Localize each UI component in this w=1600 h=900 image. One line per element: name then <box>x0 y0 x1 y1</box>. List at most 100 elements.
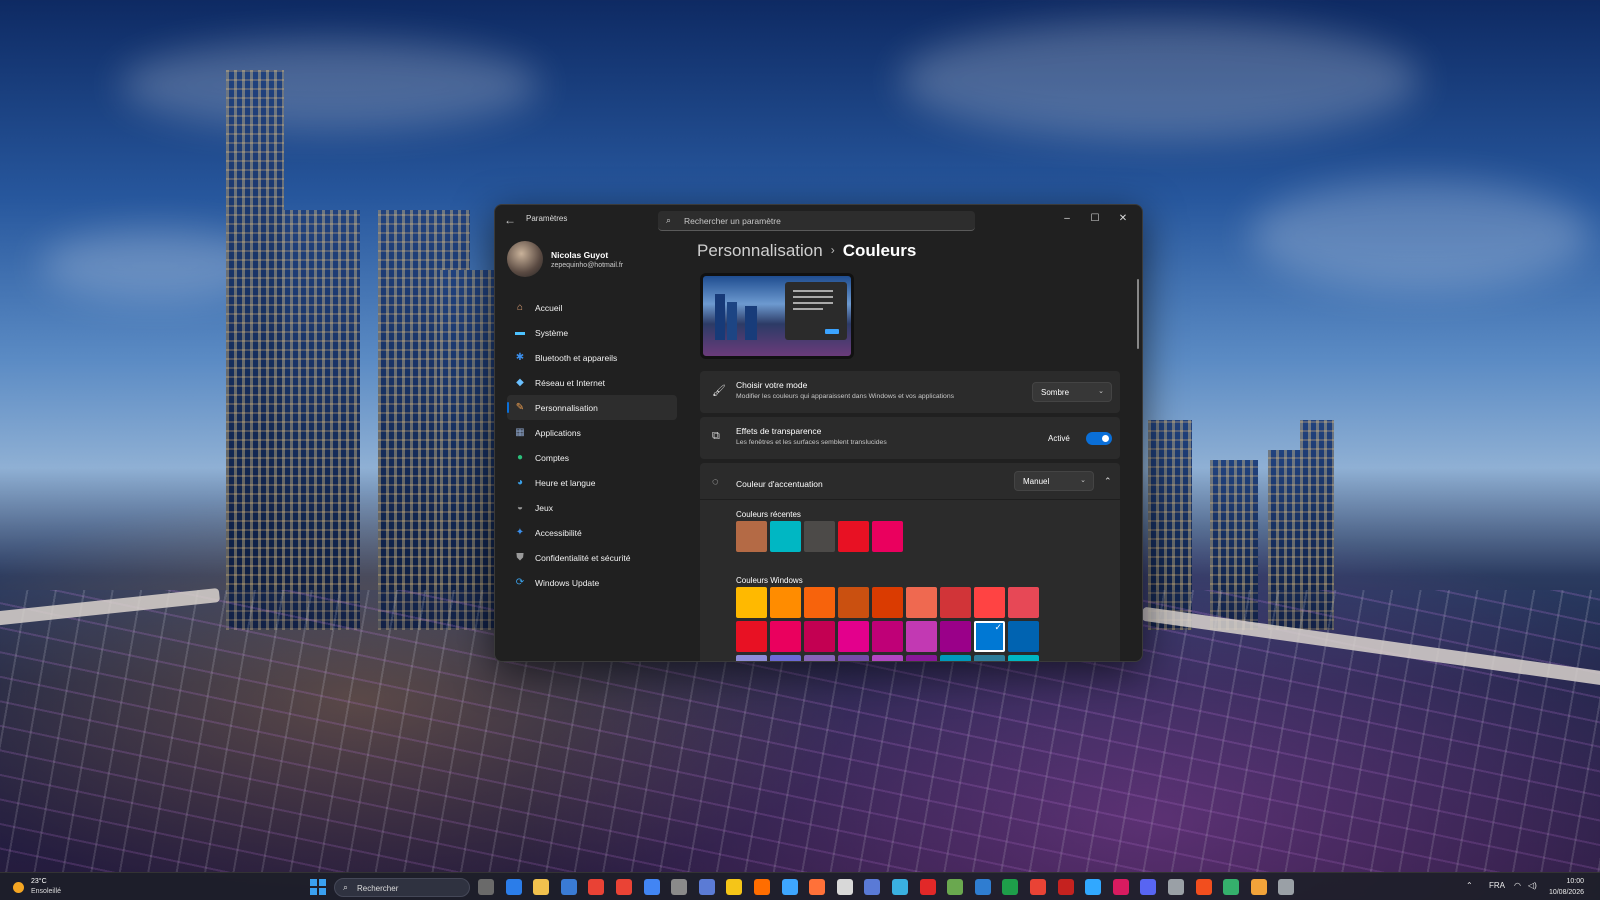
tray-chevron-icon[interactable]: ⌃ <box>1466 881 1473 890</box>
taskbar-app-icon[interactable] <box>1030 879 1046 895</box>
taskbar-app-icon[interactable] <box>726 879 743 895</box>
taskbar-app-icon[interactable] <box>947 879 964 895</box>
close-button[interactable]: ✕ <box>1111 209 1135 229</box>
maximize-button[interactable]: ☐ <box>1083 209 1107 229</box>
windows-color-swatch[interactable] <box>1008 621 1039 652</box>
taskbar-app-icon[interactable] <box>974 879 991 895</box>
windows-color-swatch[interactable] <box>940 655 971 661</box>
chevron-up-icon[interactable]: ⌃ <box>1104 476 1112 487</box>
windows-color-swatch[interactable] <box>872 621 903 652</box>
user-email: zepequinho@hotmail.fr <box>551 262 624 269</box>
taskbar-app-icon[interactable] <box>698 879 715 895</box>
taskbar-search[interactable]: ⌕ Rechercher <box>334 878 470 897</box>
taskbar-app-icon[interactable] <box>809 879 826 895</box>
windows-color-swatch[interactable] <box>838 587 869 618</box>
taskbar-app-icon[interactable] <box>1112 879 1129 895</box>
breadcrumb-parent[interactable]: Personnalisation <box>697 241 823 260</box>
sidebar-item-syst-me[interactable]: ▬ Système <box>507 320 677 345</box>
windows-color-swatch[interactable] <box>906 587 937 618</box>
windows-color-swatch[interactable] <box>804 621 835 652</box>
accent-mode-dropdown[interactable]: Manuel ⌄ <box>1014 471 1094 491</box>
sidebar-item-bluetooth-et-appareils[interactable]: ✱ Bluetooth et appareils <box>507 345 677 370</box>
wifi-icon[interactable]: ◠ <box>1514 881 1521 890</box>
taskbar-app-icon[interactable] <box>616 879 632 895</box>
windows-color-swatch[interactable] <box>974 655 1005 661</box>
windows-color-swatch[interactable] <box>736 621 767 652</box>
taskbar-app-icon[interactable] <box>1140 879 1157 895</box>
taskbar-app-icon[interactable] <box>643 879 660 895</box>
transparency-title: Effets de transparence <box>736 426 822 436</box>
mode-dropdown[interactable]: Sombre ⌄ <box>1032 382 1112 402</box>
taskbar-app-icon[interactable] <box>892 879 908 895</box>
settings-search-input[interactable]: ⌕ Rechercher un paramètre <box>658 211 975 231</box>
taskbar-app-icon[interactable] <box>864 879 881 895</box>
windows-color-swatch[interactable] <box>940 621 971 652</box>
windows-color-swatch[interactable] <box>770 587 801 618</box>
sidebar-item-jeux[interactable]: ◒ Jeux <box>507 495 677 520</box>
windows-color-swatch[interactable] <box>906 621 937 652</box>
volume-icon[interactable]: ◁) <box>1528 881 1537 890</box>
sidebar-item-comptes[interactable]: ● Comptes <box>507 445 677 470</box>
taskbar-app-icon[interactable] <box>1002 879 1019 895</box>
scrollbar[interactable] <box>1137 279 1139 349</box>
transparency-toggle[interactable] <box>1086 432 1112 445</box>
monitor-icon: ▬ <box>515 326 525 338</box>
brush-icon: 🖌 <box>712 385 726 397</box>
sidebar-item-applications[interactable]: ▦ Applications <box>507 420 677 445</box>
sidebar-item-r-seau-et-internet[interactable]: ◆ Réseau et Internet <box>507 370 677 395</box>
windows-color-swatch[interactable] <box>736 655 767 661</box>
recent-color-swatch[interactable] <box>872 521 903 552</box>
sidebar-item-heure-et-langue[interactable]: ◕ Heure et langue <box>507 470 677 495</box>
recent-color-swatch[interactable] <box>804 521 835 552</box>
windows-color-swatch[interactable] <box>804 655 835 661</box>
windows-color-swatch[interactable] <box>736 587 767 618</box>
recent-color-swatch[interactable] <box>838 521 869 552</box>
back-arrow-icon[interactable]: ← <box>501 211 519 229</box>
sidebar-item-personnalisation[interactable]: ✎ Personnalisation <box>507 395 677 420</box>
windows-color-swatch[interactable] <box>974 587 1005 618</box>
windows-color-swatch[interactable] <box>906 655 937 661</box>
transparency-state: Activé <box>1048 434 1070 443</box>
taskbar-app-icon[interactable] <box>560 879 577 895</box>
windows-color-swatch[interactable]: ✓ <box>974 621 1005 652</box>
taskbar-app-icon[interactable] <box>754 879 770 895</box>
taskbar-app-icon[interactable] <box>671 879 688 895</box>
minimize-button[interactable]: – <box>1055 209 1079 229</box>
windows-color-swatch[interactable] <box>804 587 835 618</box>
language-indicator[interactable]: FRA <box>1489 881 1505 890</box>
sidebar-item-accessibilit-[interactable]: ✦ Accessibilité <box>507 520 677 545</box>
windows-color-swatch[interactable] <box>872 655 903 661</box>
taskbar-app-icon[interactable] <box>919 879 936 895</box>
taskbar-app-icon[interactable] <box>781 879 798 895</box>
taskbar-app-icon[interactable] <box>1085 879 1102 895</box>
taskbar-app-icon[interactable] <box>1057 879 1074 895</box>
sidebar-item-windows-update[interactable]: ⟳ Windows Update <box>507 570 677 595</box>
person-icon: ● <box>516 451 524 463</box>
taskbar-app-icon[interactable] <box>1195 879 1212 895</box>
taskbar-app-icon[interactable] <box>478 879 494 895</box>
taskbar-app-icon[interactable] <box>1168 879 1184 895</box>
windows-color-swatch[interactable] <box>770 621 801 652</box>
sidebar-item-label: Jeux <box>535 502 553 513</box>
taskbar-app-icon[interactable] <box>1250 879 1267 895</box>
sidebar-item-accueil[interactable]: ⌂ Accueil <box>507 295 677 320</box>
sidebar-item-confidentialit-et-s-curit-[interactable]: ⛊ Confidentialité et sécurité <box>507 545 677 570</box>
windows-color-swatch[interactable] <box>940 587 971 618</box>
recent-color-swatch[interactable] <box>736 521 767 552</box>
taskbar-app-icon[interactable] <box>1278 879 1295 895</box>
taskbar-app-icon[interactable] <box>505 879 522 895</box>
recent-color-swatch[interactable] <box>770 521 801 552</box>
taskbar-app-icon[interactable] <box>836 879 853 895</box>
clock[interactable]: 10:00 10/08/2026 <box>1549 876 1584 898</box>
start-button[interactable] <box>310 879 326 895</box>
windows-color-swatch[interactable] <box>770 655 801 661</box>
windows-color-swatch[interactable] <box>1008 655 1039 661</box>
sidebar-item-label: Accessibilité <box>535 527 582 538</box>
windows-color-swatch[interactable] <box>1008 587 1039 618</box>
taskbar-app-icon[interactable] <box>588 879 605 895</box>
taskbar-app-icon[interactable] <box>533 879 550 895</box>
windows-color-swatch[interactable] <box>838 655 869 661</box>
taskbar-app-icon[interactable] <box>1223 879 1240 895</box>
windows-color-swatch[interactable] <box>872 587 903 618</box>
windows-color-swatch[interactable] <box>838 621 869 652</box>
